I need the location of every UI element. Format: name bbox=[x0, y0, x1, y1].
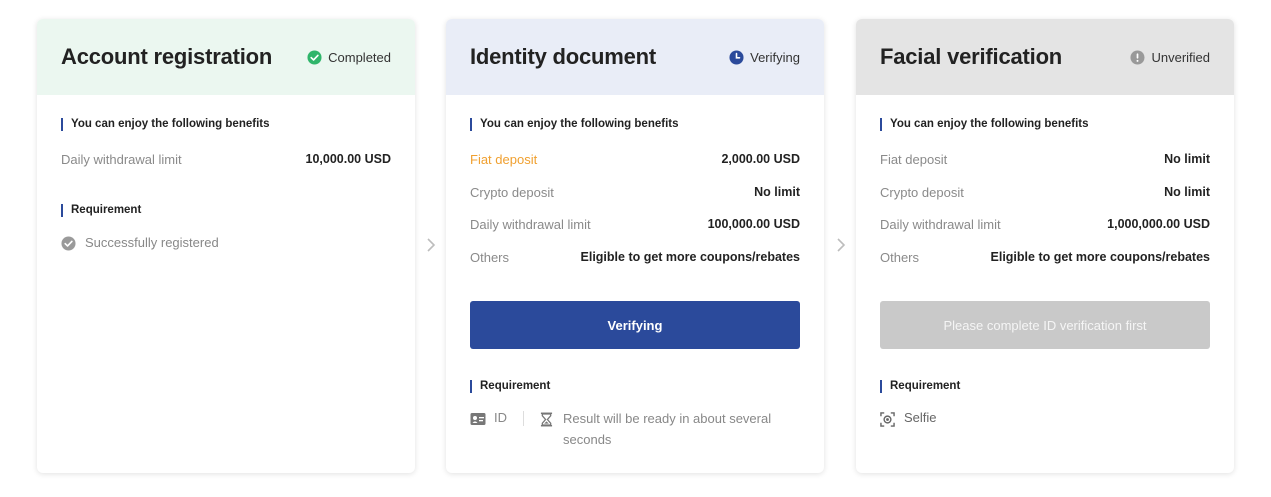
benefit-label: Fiat deposit bbox=[470, 151, 538, 167]
requirement-text: Selfie bbox=[904, 410, 937, 425]
benefit-label: Crypto deposit bbox=[470, 184, 554, 200]
exclamation-circle-icon bbox=[1130, 49, 1145, 65]
benefit-row: Fiat deposit 2,000.00 USD bbox=[470, 149, 800, 169]
benefit-label: Daily withdrawal limit bbox=[470, 216, 591, 232]
benefit-value: No limit bbox=[754, 185, 800, 199]
facial-verification-card: Facial verification Unverified You can e… bbox=[856, 19, 1234, 473]
verifying-button[interactable]: Verifying bbox=[470, 301, 800, 349]
divider bbox=[523, 411, 524, 426]
card-header: Account registration Completed bbox=[37, 19, 415, 95]
check-circle-icon bbox=[61, 236, 76, 251]
requirement-section: Requirement ID Result will be ready in a… bbox=[470, 380, 800, 450]
benefit-label: Daily withdrawal limit bbox=[880, 216, 1001, 232]
identity-document-card: Identity document Verifying You can enjo… bbox=[446, 19, 824, 473]
requirement-text: Successfully registered bbox=[85, 235, 219, 250]
status-badge: Unverified bbox=[1130, 50, 1210, 65]
check-circle-icon bbox=[307, 49, 322, 65]
requirement-heading: Requirement bbox=[61, 204, 391, 217]
benefit-label: Fiat deposit bbox=[880, 151, 948, 167]
benefit-value: 1,000,000.00 USD bbox=[1107, 217, 1210, 231]
id-card-icon bbox=[470, 413, 486, 425]
card-body: You can enjoy the following benefits Dai… bbox=[37, 118, 415, 251]
card-body: You can enjoy the following benefits Fia… bbox=[446, 118, 824, 267]
benefit-value: No limit bbox=[1164, 152, 1210, 166]
status-badge: Verifying bbox=[729, 50, 800, 65]
benefit-row: Daily withdrawal limit 1,000,000.00 USD bbox=[880, 214, 1210, 234]
requirement-heading: Requirement bbox=[880, 380, 1210, 393]
chevron-right-icon bbox=[425, 236, 437, 254]
benefit-value: 100,000.00 USD bbox=[707, 217, 800, 231]
benefit-row: Daily withdrawal limit 10,000.00 USD bbox=[61, 149, 391, 169]
benefit-row: Others Eligible to get more coupons/reba… bbox=[470, 247, 800, 267]
card-title: Account registration bbox=[61, 44, 273, 69]
hourglass-icon bbox=[540, 412, 553, 427]
card-title: Identity document bbox=[470, 44, 657, 69]
benefit-row: Crypto deposit No limit bbox=[880, 182, 1210, 202]
benefit-value: Eligible to get more coupons/rebates bbox=[990, 250, 1210, 264]
status-badge: Completed bbox=[307, 50, 391, 65]
benefit-value: Eligible to get more coupons/rebates bbox=[580, 250, 800, 264]
benefit-value: No limit bbox=[1164, 185, 1210, 199]
benefit-value: 2,000.00 USD bbox=[721, 152, 800, 166]
card-title: Facial verification bbox=[880, 44, 1063, 69]
benefits-heading: You can enjoy the following benefits bbox=[880, 118, 1210, 131]
benefit-label: Others bbox=[880, 249, 920, 265]
clock-icon bbox=[729, 49, 744, 65]
card-header: Facial verification Unverified bbox=[856, 19, 1234, 95]
benefit-row: Fiat deposit No limit bbox=[880, 149, 1210, 169]
requirement-section: Requirement Selfie bbox=[880, 380, 1210, 427]
requirement-id-text: ID bbox=[494, 410, 507, 425]
benefit-label: Others bbox=[470, 249, 510, 265]
card-body: You can enjoy the following benefits Fia… bbox=[856, 118, 1234, 267]
benefit-row: Daily withdrawal limit 100,000.00 USD bbox=[470, 214, 800, 234]
card-header: Identity document Verifying bbox=[446, 19, 824, 95]
benefits-heading: You can enjoy the following benefits bbox=[61, 118, 391, 131]
benefit-label: Daily withdrawal limit bbox=[61, 151, 182, 167]
requirement-item: Selfie bbox=[880, 410, 1210, 427]
benefit-value: 10,000.00 USD bbox=[305, 152, 391, 166]
requirement-heading: Requirement bbox=[470, 380, 800, 393]
chevron-right-icon bbox=[835, 236, 847, 254]
requirement-note: Result will be ready in about several se… bbox=[563, 411, 772, 447]
benefits-heading: You can enjoy the following benefits bbox=[470, 118, 800, 131]
complete-id-verification-button[interactable]: Please complete ID verification first bbox=[880, 301, 1210, 349]
benefit-row: Crypto deposit No limit bbox=[470, 182, 800, 202]
status-label: Verifying bbox=[750, 49, 800, 65]
requirement-item: Successfully registered bbox=[61, 235, 391, 251]
benefit-label: Crypto deposit bbox=[880, 184, 964, 200]
benefit-row: Others Eligible to get more coupons/reba… bbox=[880, 247, 1210, 267]
requirement-item: ID Result will be ready in about several… bbox=[470, 410, 800, 450]
face-scan-icon bbox=[880, 412, 895, 427]
status-label: Unverified bbox=[1151, 49, 1210, 65]
status-label: Completed bbox=[328, 49, 391, 65]
account-registration-card: Account registration Completed You can e… bbox=[37, 19, 415, 473]
